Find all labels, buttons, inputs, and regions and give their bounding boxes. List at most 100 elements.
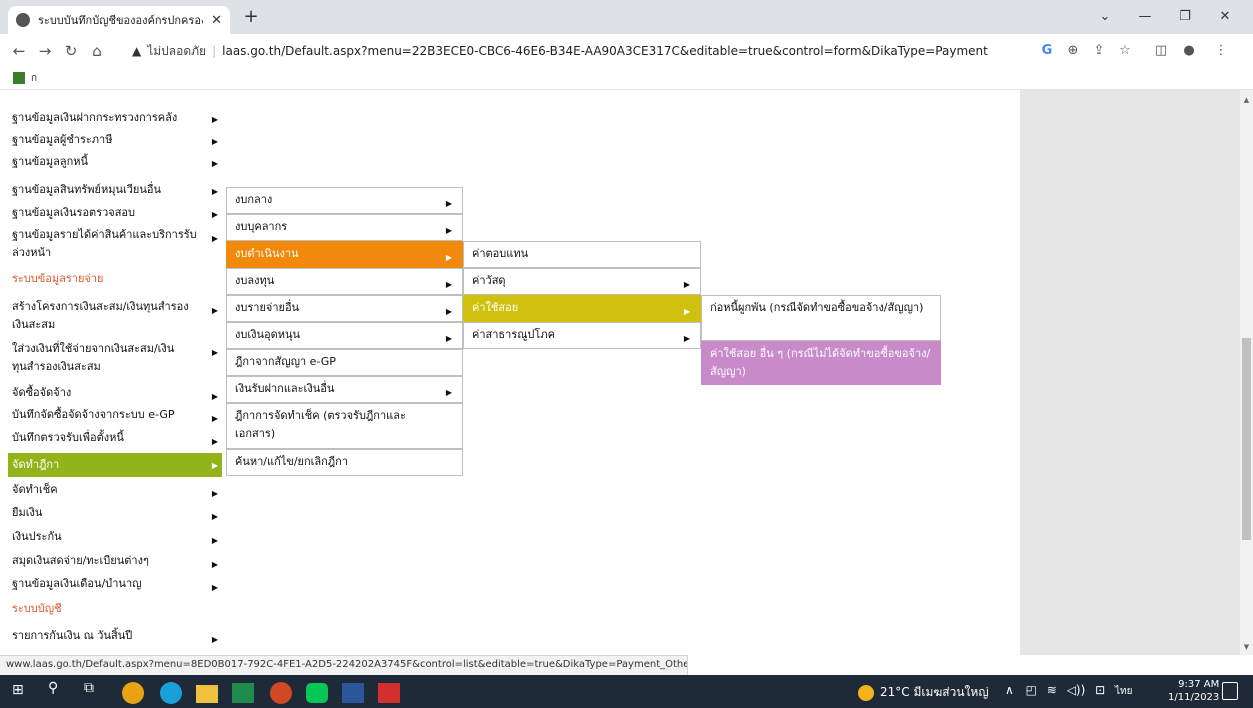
home-icon[interactable]: ⌂ xyxy=(86,40,108,62)
restore-icon[interactable]: ❐ xyxy=(1165,4,1205,30)
submenu-utility-item[interactable]: ก่อหนี้ผูกพัน (กรณีจัดทำขอซื้อขอจ้าง/สัญ… xyxy=(701,295,941,341)
share-icon[interactable]: ⇪ xyxy=(1088,40,1110,62)
tab-close-icon[interactable]: ✕ xyxy=(211,13,222,28)
forward-icon[interactable]: → xyxy=(34,40,56,62)
weather-text: 21°C มีเมฆส่วนใหญ่ xyxy=(880,685,989,699)
chevron-right-icon: ▶ xyxy=(211,348,218,357)
chevron-right-icon: ▶ xyxy=(683,333,690,343)
excel-app-icon[interactable] xyxy=(232,683,254,703)
bookmark-favicon-icon[interactable] xyxy=(13,72,25,84)
submenu-expense-item[interactable]: ค่าสาธารณูปโภค ▶ xyxy=(463,322,701,349)
weather-widget[interactable]: 21°C มีเมฆส่วนใหญ่ xyxy=(858,683,989,702)
menu-icon[interactable]: ⋮ xyxy=(1210,40,1232,62)
scroll-down-icon[interactable]: ▼ xyxy=(1240,643,1253,653)
tab-search-icon[interactable]: ⌄ xyxy=(1085,4,1125,30)
chevron-right-icon: ▶ xyxy=(211,187,218,196)
submenu-budget-item[interactable]: ฎีกาจากสัญญา e-GP xyxy=(226,349,463,376)
language-indicator[interactable]: ไทย xyxy=(1115,686,1132,697)
bookmark-star-icon[interactable]: ☆ xyxy=(1114,40,1136,62)
notification-icon[interactable] xyxy=(1222,682,1238,700)
chevron-right-icon: ▶ xyxy=(445,198,452,208)
zoom-icon[interactable]: ⊕ xyxy=(1062,40,1084,62)
word-app-icon[interactable] xyxy=(342,683,364,703)
left-menu-item[interactable]: จัดซื้อจัดจ้าง ▶ xyxy=(8,384,222,406)
profile-icon[interactable]: ● xyxy=(1178,40,1200,62)
edge-app-icon[interactable] xyxy=(160,682,182,704)
browser-tab[interactable]: ระบบบันทึกบัญชีขององค์กรปกครองส่วน ✕ xyxy=(8,6,230,34)
file-explorer-icon[interactable] xyxy=(196,685,218,703)
system-tray[interactable]: ∧ ◰ ≋ ◁)) ⊡ ไทย xyxy=(1005,683,1132,699)
bookmark-label[interactable]: ก xyxy=(31,71,37,86)
close-window-icon[interactable]: ✕ xyxy=(1205,4,1245,30)
wifi-icon[interactable]: ≋ xyxy=(1047,683,1057,697)
submenu-budget-item[interactable]: ค้นหา/แก้ไข/ยกเลิกฎีกา xyxy=(226,449,463,476)
left-menu-item[interactable]: ฐานข้อมูลเงินรอตรวจสอบ ▶ xyxy=(8,202,222,224)
search-icon[interactable]: ⚲ xyxy=(48,680,74,704)
google-icon[interactable]: G xyxy=(1036,40,1058,62)
left-menu-item[interactable]: ฐานข้อมูลลูกหนี้ ▶ xyxy=(8,151,222,173)
clock-time: 9:37 AM xyxy=(1178,679,1220,690)
left-menu-item[interactable]: เงินประกัน ▶ xyxy=(8,528,222,550)
submenu-budget-item-active[interactable]: งบดำเนินงาน ▶ xyxy=(226,241,463,268)
powerpoint-app-icon[interactable] xyxy=(270,682,292,704)
side-panel-icon[interactable]: ◫ xyxy=(1150,40,1172,62)
address-divider: | xyxy=(212,44,217,58)
scroll-up-icon[interactable]: ▲ xyxy=(1240,96,1253,106)
chevron-right-icon: ▶ xyxy=(211,392,218,401)
left-menu-item[interactable]: รายการกันเงิน ณ วันสิ้นปี ▶ xyxy=(8,627,222,649)
input-method-icon[interactable]: ⊡ xyxy=(1095,683,1105,697)
chrome-app-icon[interactable] xyxy=(122,682,144,704)
submenu-budget-item[interactable]: งบลงทุน ▶ xyxy=(226,268,463,295)
submenu-budget-item[interactable]: งบรายจ่ายอื่น ▶ xyxy=(226,295,463,322)
back-icon[interactable]: ← xyxy=(8,40,30,62)
submenu-budget-item[interactable]: เงินรับฝากและเงินอื่น ▶ xyxy=(226,376,463,403)
left-menu-item[interactable]: บันทึกจัดซื้อจัดจ้างจากระบบ e-GP ▶ xyxy=(8,406,222,428)
chevron-right-icon: ▶ xyxy=(445,387,452,397)
submenu-budget-item[interactable]: ฎีกาการจัดทำเช็ค (ตรวจรับฎีกาและเอกสาร) xyxy=(226,403,463,449)
submenu-budget-item[interactable]: งบบุคลากร ▶ xyxy=(226,214,463,241)
left-menu-item[interactable]: ยืมเงิน ▶ xyxy=(8,504,222,526)
chevron-right-icon: ▶ xyxy=(445,333,452,343)
acrobat-app-icon[interactable] xyxy=(378,683,400,703)
left-menu-item-active[interactable]: จัดทำฎีกา ▶ xyxy=(8,453,222,477)
submenu-utility-item-hover[interactable]: ค่าใช้สอย อื่น ๆ (กรณีไม่ได้จัดทำขอซื้อข… xyxy=(701,341,941,385)
line-app-icon[interactable] xyxy=(306,683,328,703)
chevron-right-icon: ▶ xyxy=(445,225,452,235)
network-icon[interactable]: ◰ xyxy=(1026,683,1037,697)
new-tab-button[interactable]: + xyxy=(238,6,264,30)
tray-chevron-icon[interactable]: ∧ xyxy=(1005,683,1014,697)
submenu-expense-item[interactable]: ค่าวัสดุ ▶ xyxy=(463,268,701,295)
left-menu-item[interactable]: ใส่วงเงินที่ใช้จ่ายจากเงินสะสม/เงินทุนสำ… xyxy=(8,340,222,380)
left-menu-item[interactable]: ฐานข้อมูลเงินฝากกระทรวงการคลัง ▶ xyxy=(8,107,222,129)
chevron-right-icon: ▶ xyxy=(445,252,452,262)
left-menu-item[interactable]: ฐานข้อมูลผู้ชำระภาษี ▶ xyxy=(8,129,222,151)
left-menu-item[interactable]: สร้างโครงการเงินสะสม/เงินทุนสำรองเงินสะส… xyxy=(8,298,222,338)
left-menu-item[interactable]: ฐานข้อมูลเงินเดือน/บำนาญ ▶ xyxy=(8,575,222,597)
volume-icon[interactable]: ◁)) xyxy=(1067,683,1086,697)
left-menu-item[interactable]: ฐานข้อมูลรายได้ค่าสินค้าและบริการรับล่วง… xyxy=(8,226,222,266)
clock[interactable]: 9:37 AM 1/11/2023 xyxy=(1168,678,1219,704)
status-url: www.laas.go.th/Default.aspx?menu=8ED0B01… xyxy=(0,655,688,675)
clock-date: 1/11/2023 xyxy=(1168,692,1220,703)
weather-icon xyxy=(858,684,874,701)
scrollbar-thumb[interactable] xyxy=(1242,338,1251,540)
chevron-right-icon: ▶ xyxy=(211,461,218,470)
section-header-expense: ระบบข้อมูลรายจ่าย xyxy=(12,272,104,285)
left-menu-item[interactable]: จัดทำเช็ค ▶ xyxy=(8,481,222,503)
address-bar[interactable]: ▲ ไม่ปลอดภัย | laas.go.th/Default.aspx?m… xyxy=(132,40,1032,62)
submenu-budget-item[interactable]: งบกลาง ▶ xyxy=(226,187,463,214)
submenu-expense-item[interactable]: ค่าตอบแทน xyxy=(463,241,701,268)
url-text: laas.go.th/Default.aspx?menu=22B3ECE0-CB… xyxy=(222,44,988,58)
reload-icon[interactable]: ↻ xyxy=(60,40,82,62)
submenu-budget-item[interactable]: งบเงินอุดหนุน ▶ xyxy=(226,322,463,349)
left-menu-item[interactable]: สมุดเงินสดจ่าย/ทะเบียนต่างๆ ▶ xyxy=(8,552,222,574)
submenu-expense-item-active[interactable]: ค่าใช้สอย ▶ xyxy=(463,295,701,322)
left-menu-item[interactable]: ฐานข้อมูลสินทรัพย์หมุนเวียนอื่น ▶ xyxy=(8,179,222,201)
windows-start-icon[interactable]: ⊞ xyxy=(12,682,30,700)
chevron-right-icon: ▶ xyxy=(683,306,690,316)
task-view-icon[interactable]: ⧉ xyxy=(84,680,110,704)
chevron-right-icon: ▶ xyxy=(211,115,218,124)
left-menu-item[interactable]: บันทึกตรวจรับเพื่อตั้งหนี้ ▶ xyxy=(8,429,222,451)
warning-icon: ▲ xyxy=(132,44,142,58)
minimize-icon[interactable]: — xyxy=(1125,4,1165,30)
